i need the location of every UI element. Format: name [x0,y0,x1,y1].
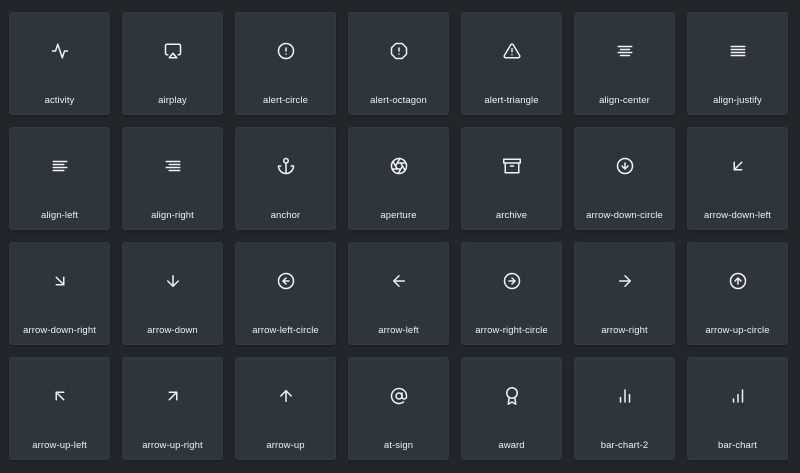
icon-label: award [498,440,525,451]
icon-card-arrow-up-circle[interactable]: arrow-up-circle [687,242,788,345]
icon-card-arrow-up-right[interactable]: arrow-up-right [122,357,223,460]
icon-label: bar-chart [718,440,757,451]
icon-label: arrow-left [378,325,419,336]
icon-label: at-sign [383,440,414,451]
icon-card-arrow-down[interactable]: arrow-down [122,242,223,345]
icon-label: arrow-up-right [142,440,203,451]
icon-label: align-justify [713,95,762,106]
icon-card-arrow-right-circle[interactable]: arrow-right-circle [461,242,562,345]
icon-label: aperture [380,210,417,221]
icon-label: archive [495,210,528,221]
archive-icon [502,157,521,175]
icon-label: arrow-up [266,440,305,451]
icon-label: alert-triangle [484,95,539,106]
icon-label: anchor [270,210,301,221]
icon-label: arrow-down-right [23,325,96,336]
icon-card-bar-chart-2[interactable]: bar-chart-2 [574,357,675,460]
icon-label: arrow-up-circle [705,325,770,336]
align-left-icon [51,157,69,175]
icon-card-alert-octagon[interactable]: alert-octagon [348,12,449,115]
icon-card-align-left[interactable]: align-left [9,127,110,230]
arrow-up-left-icon [51,387,69,405]
icon-label: arrow-right [601,325,648,336]
icon-card-align-center[interactable]: align-center [574,12,675,115]
icon-card-anchor[interactable]: anchor [235,127,336,230]
icon-label: align-left [41,210,78,221]
icon-label: airplay [158,95,187,106]
icon-label: arrow-down [147,325,198,336]
arrow-up-icon [277,387,295,405]
icon-card-arrow-left-circle[interactable]: arrow-left-circle [235,242,336,345]
activity-icon [51,42,69,60]
arrow-up-circle-icon [729,272,747,290]
icon-card-arrow-right[interactable]: arrow-right [574,242,675,345]
arrow-left-icon [390,272,408,290]
icon-label: arrow-up-left [32,440,87,451]
icon-card-alert-circle[interactable]: alert-circle [235,12,336,115]
icon-label: arrow-right-circle [475,325,548,336]
icon-card-archive[interactable]: archive [461,127,562,230]
icon-label: alert-circle [262,95,308,106]
arrow-right-circle-icon [503,272,521,290]
icon-card-activity[interactable]: activity [9,12,110,115]
icon-card-alert-triangle[interactable]: alert-triangle [461,12,562,115]
bar-chart-icon [729,387,747,405]
align-center-icon [616,42,634,60]
icon-label: bar-chart-2 [600,440,649,451]
arrow-down-right-icon [51,272,69,290]
icon-card-at-sign[interactable]: at-sign [348,357,449,460]
arrow-left-circle-icon [277,272,295,290]
icon-card-aperture[interactable]: aperture [348,127,449,230]
icon-grid: activity airplay alert-circle alert-octa… [0,0,800,473]
anchor-icon [277,157,295,175]
align-right-icon [164,157,182,175]
alert-triangle-icon [502,42,521,60]
at-sign-icon [390,387,408,405]
alert-octagon-icon [390,42,408,60]
arrow-down-circle-icon [616,157,634,175]
arrow-down-left-icon [729,157,747,175]
icon-label: arrow-left-circle [252,325,319,336]
icon-card-arrow-up-left[interactable]: arrow-up-left [9,357,110,460]
icon-label: alert-octagon [370,95,427,106]
arrow-up-right-icon [164,387,182,405]
icon-card-award[interactable]: award [461,357,562,460]
aperture-icon [390,157,408,175]
alert-circle-icon [277,42,295,60]
icon-card-align-justify[interactable]: align-justify [687,12,788,115]
icon-card-airplay[interactable]: airplay [122,12,223,115]
arrow-right-icon [616,272,634,290]
icon-label: activity [44,95,75,106]
icon-label: arrow-down-left [704,210,771,221]
airplay-icon [164,42,182,60]
bar-chart-2-icon [616,387,634,405]
icon-card-align-right[interactable]: align-right [122,127,223,230]
icon-card-arrow-left[interactable]: arrow-left [348,242,449,345]
icon-card-bar-chart[interactable]: bar-chart [687,357,788,460]
icon-label: align-center [599,95,650,106]
icon-label: arrow-down-circle [586,210,663,221]
award-icon [503,387,521,405]
icon-label: align-right [151,210,194,221]
align-justify-icon [729,42,747,60]
icon-card-arrow-up[interactable]: arrow-up [235,357,336,460]
icon-card-arrow-down-right[interactable]: arrow-down-right [9,242,110,345]
icon-card-arrow-down-left[interactable]: arrow-down-left [687,127,788,230]
arrow-down-icon [164,272,182,290]
icon-card-arrow-down-circle[interactable]: arrow-down-circle [574,127,675,230]
